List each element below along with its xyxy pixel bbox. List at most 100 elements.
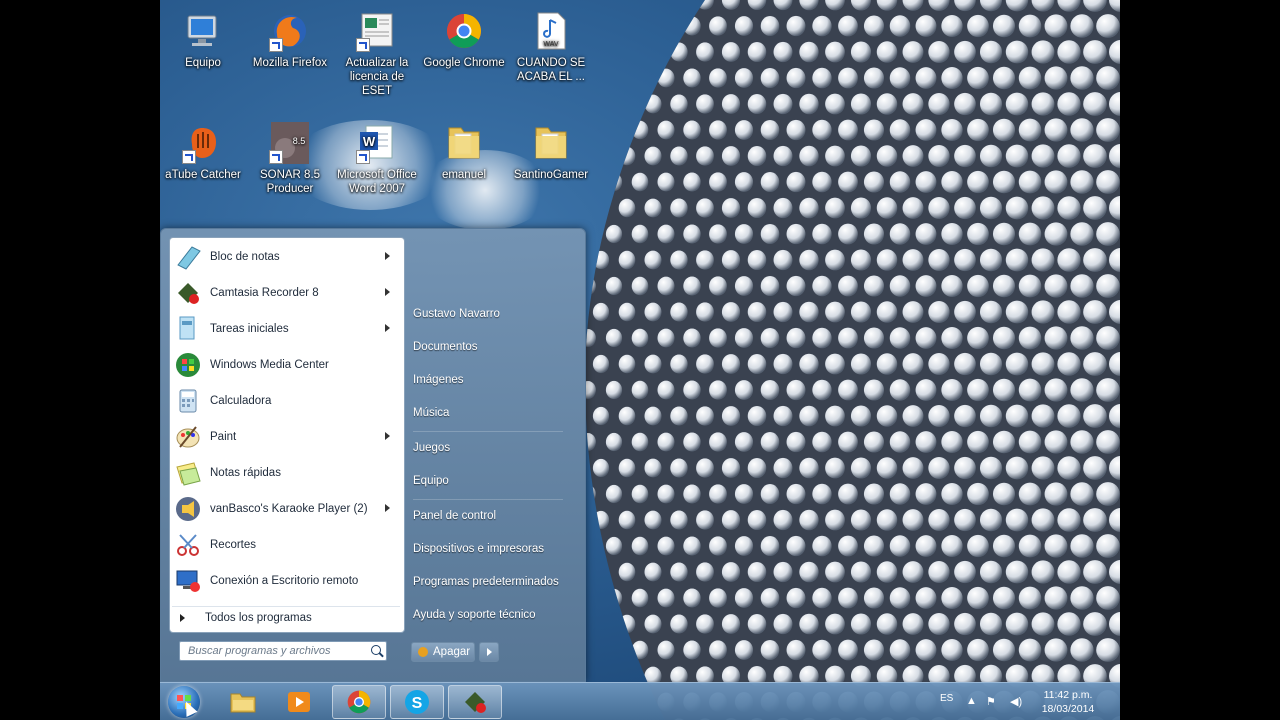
sonar-icon: 8.5 <box>269 122 311 164</box>
start-link-musica[interactable]: Música <box>413 407 449 419</box>
start-item-paint[interactable]: Paint <box>172 420 400 454</box>
wallpaper-dot <box>721 198 741 218</box>
wallpaper-dot <box>941 587 963 609</box>
start-item-tareas-iniciales[interactable]: Tareas iniciales <box>172 312 400 346</box>
taskbar-camtasia-button[interactable] <box>448 685 502 719</box>
wallpaper-dot <box>1005 404 1029 428</box>
shutdown-button[interactable]: Apagar <box>411 642 475 662</box>
wallpaper-dot <box>889 275 911 297</box>
start-link-panel-de-control[interactable]: Panel de control <box>413 510 496 522</box>
wallpaper-dot <box>683 432 701 452</box>
start-link-documentos[interactable]: Documentos <box>413 341 478 353</box>
wallpaper-dot <box>734 120 754 140</box>
wallpaper-dot <box>1031 92 1055 116</box>
start-item-notas-rapidas[interactable]: Notas rápidas <box>172 456 400 490</box>
sticky-notes-icon <box>174 459 202 487</box>
wallpaper-dot <box>799 457 819 479</box>
wallpaper-dot <box>928 301 950 323</box>
action-center-flag-icon[interactable]: ⚑ <box>986 695 996 708</box>
submenu-arrow-icon[interactable] <box>385 504 390 512</box>
show-hidden-icons-icon[interactable]: ▲ <box>966 695 977 707</box>
start-item-bloc-de-notas[interactable]: Bloc de notas <box>172 240 400 274</box>
taskbar-skype-button[interactable]: S <box>390 685 444 719</box>
wallpaper-dot <box>631 276 649 296</box>
wallpaper-dot <box>889 535 911 557</box>
desktop-icon-sonar[interactable]: 8.5 SONAR 8.5 Producer <box>247 122 333 196</box>
desktop-icon-eset[interactable]: Actualizar la licencia de ESET <box>334 10 420 98</box>
wallpaper-dot <box>902 197 924 219</box>
wallpaper-dot <box>902 561 924 583</box>
taskbar-explorer-button[interactable] <box>216 685 270 719</box>
start-link-juegos[interactable]: Juegos <box>413 442 450 454</box>
desktop-icon-folder-emanuel[interactable]: emanuel <box>421 122 507 182</box>
wallpaper-dot <box>967 534 989 558</box>
all-programs-button[interactable]: Todos los programas <box>172 606 400 629</box>
wallpaper-dot <box>812 431 832 453</box>
start-link-ayuda[interactable]: Ayuda y soporte técnico <box>413 609 536 621</box>
search-placeholder: Buscar programas y archivos <box>188 645 331 657</box>
wallpaper-dot <box>1031 352 1055 376</box>
taskbar-media-player-button[interactable] <box>272 685 326 719</box>
wallpaper-dot <box>786 171 806 193</box>
start-item-recortes[interactable]: Recortes <box>172 528 400 562</box>
wallpaper-dot <box>709 224 727 244</box>
start-item-camtasia[interactable]: Camtasia Recorder 8 <box>172 276 400 310</box>
desktop-icon-equipo[interactable]: Equipo <box>160 10 246 70</box>
wallpaper-dot <box>605 432 623 452</box>
start-item-escritorio-remoto[interactable]: Conexión a Escritorio remoto <box>172 564 400 598</box>
desktop-icon-firefox[interactable]: Mozilla Firefox <box>247 10 333 70</box>
wallpaper-dot <box>773 457 793 479</box>
wallpaper-dot <box>773 613 793 635</box>
desktop-icon-folder-santinogamer[interactable]: SantinoGamer <box>508 122 594 182</box>
shortcut-arrow-icon <box>182 150 196 164</box>
wallpaper-dot <box>773 249 793 271</box>
wallpaper-dot <box>1096 170 1120 194</box>
wallpaper-dot <box>670 94 688 114</box>
wallpaper-dot <box>941 275 963 297</box>
start-link-user[interactable]: Gustavo Navarro <box>413 308 500 320</box>
wallpaper-dot <box>605 484 623 504</box>
start-link-equipo[interactable]: Equipo <box>413 475 449 487</box>
start-link-imagenes[interactable]: Imágenes <box>413 374 464 386</box>
wallpaper-dot <box>1096 14 1120 38</box>
wallpaper-dot <box>979 92 1003 116</box>
wallpaper-dot <box>863 587 885 609</box>
wallpaper-dot <box>786 535 806 557</box>
wallpaper-dot <box>1083 612 1107 636</box>
wallpaper-dot <box>889 171 911 193</box>
wallpaper-dot <box>979 196 1003 220</box>
search-icon[interactable] <box>371 645 381 655</box>
wallpaper-dot <box>1018 586 1042 610</box>
desktop-icon-wav-file[interactable]: WAV CUANDO SE ACABA EL ... <box>508 10 594 84</box>
language-indicator[interactable]: ES <box>940 693 953 704</box>
volume-icon[interactable]: ◀) <box>1010 695 1022 708</box>
wallpaper-dot <box>1096 326 1120 350</box>
taskbar-chrome-button[interactable] <box>332 685 386 719</box>
submenu-arrow-icon[interactable] <box>385 252 390 260</box>
start-link-programas-predeterminados[interactable]: Programas predeterminados <box>413 576 559 588</box>
wallpaper-dot <box>799 509 819 531</box>
desktop-icon-word[interactable]: W Microsoft Office Word 2007 <box>334 122 420 196</box>
submenu-arrow-icon[interactable] <box>385 432 390 440</box>
wallpaper-dot <box>838 15 858 37</box>
wallpaper-dot <box>992 326 1016 350</box>
submenu-arrow-icon[interactable] <box>385 324 390 332</box>
wallpaper-dot <box>812 67 832 89</box>
desktop-icon-atube[interactable]: aTube Catcher <box>160 122 246 182</box>
start-link-dispositivos[interactable]: Dispositivos e impresoras <box>413 543 544 555</box>
start-item-media-center[interactable]: Windows Media Center <box>172 348 400 382</box>
wallpaper-dot <box>1096 222 1120 246</box>
shutdown-options-button[interactable] <box>479 642 499 662</box>
wallpaper-dot <box>696 198 714 218</box>
system-clock[interactable]: 11:42 p.m. 18/03/2014 <box>1032 688 1104 716</box>
submenu-arrow-icon[interactable] <box>385 288 390 296</box>
start-item-vanbasco[interactable]: vanBasco's Karaoke Player (2) <box>172 492 400 526</box>
wallpaper-dot <box>1096 378 1120 402</box>
search-input[interactable]: Buscar programas y archivos <box>179 641 387 661</box>
wallpaper-dot <box>709 16 727 36</box>
desktop-icon-label: SantinoGamer <box>513 169 589 181</box>
wallpaper-dot <box>631 224 649 244</box>
wallpaper-dot <box>1083 248 1107 272</box>
start-item-calculadora[interactable]: Calculadora <box>172 384 400 418</box>
desktop-icon-chrome[interactable]: Google Chrome <box>421 10 507 70</box>
